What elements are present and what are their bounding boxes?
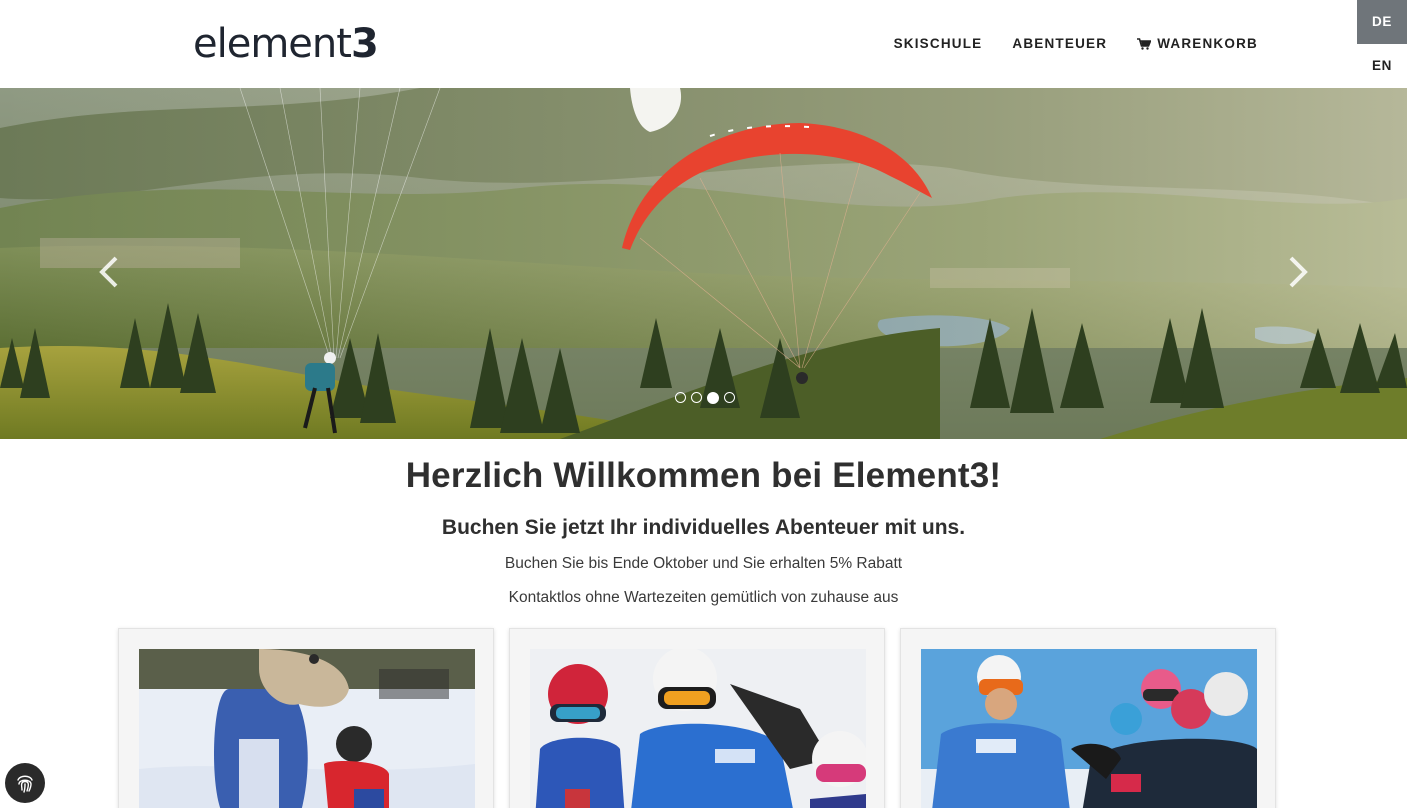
lang-de[interactable]: DE	[1357, 0, 1407, 44]
cart-icon	[1137, 37, 1152, 50]
site-header: element3 SKISCHULE ABENTEUER WARENKORB D…	[0, 0, 1407, 88]
main-nav: SKISCHULE ABENTEUER WARENKORB	[894, 36, 1258, 51]
language-switch: DE EN	[1357, 0, 1407, 88]
nav-item-abenteuer[interactable]: ABENTEUER	[1012, 36, 1107, 51]
lang-en[interactable]: EN	[1357, 44, 1407, 88]
card-image	[139, 649, 475, 808]
slider-next-button[interactable]	[1285, 254, 1311, 290]
slider-dot[interactable]	[691, 392, 702, 403]
chevron-left-icon	[99, 256, 118, 288]
page-title: Herzlich Willkommen bei Element3!	[405, 456, 1002, 495]
slider-indicators	[675, 391, 735, 404]
chevron-right-icon	[1289, 256, 1308, 288]
hero-slider	[0, 88, 1407, 439]
card-ski-adventure[interactable]	[900, 628, 1276, 808]
nav-item-skischule[interactable]: SKISCHULE	[894, 36, 983, 51]
card-skikurs-group[interactable]	[509, 628, 885, 808]
card-image	[530, 649, 866, 808]
slider-dot[interactable]	[675, 392, 686, 403]
site-logo[interactable]: element3	[193, 24, 379, 64]
slider-prev-button[interactable]	[96, 254, 122, 290]
nav-item-warenkorb[interactable]: WARENKORB	[1137, 36, 1258, 51]
card-image	[921, 649, 1257, 808]
page-subtitle: Buchen Sie jetzt Ihr individuelles Abent…	[441, 516, 966, 539]
slider-dot-active[interactable]	[707, 391, 719, 404]
info-text: Kontaktlos ohne Wartezeiten gemütlich vo…	[508, 589, 899, 606]
card-skischule-kids[interactable]	[118, 628, 494, 808]
privacy-settings-button[interactable]	[5, 763, 45, 803]
slider-dot[interactable]	[724, 392, 735, 403]
hero-image	[0, 88, 1407, 439]
fingerprint-icon	[17, 775, 33, 793]
promo-text: Buchen Sie bis Ende Oktober und Sie erha…	[504, 555, 903, 572]
